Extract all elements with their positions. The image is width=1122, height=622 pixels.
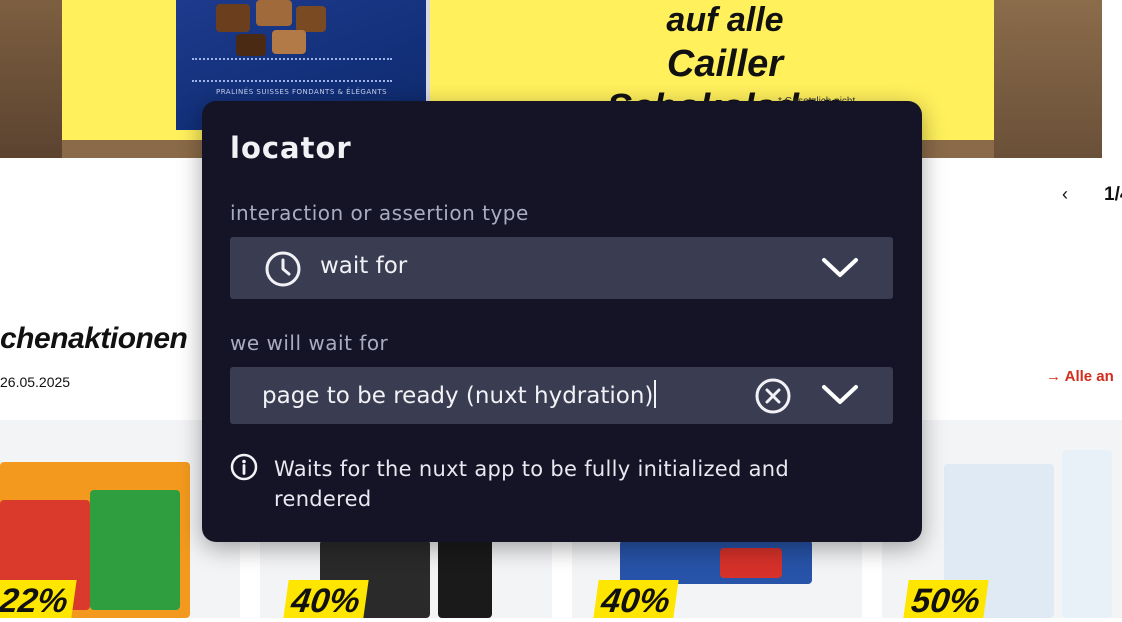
wait-target-combobox[interactable]: page to be ready (nuxt hydration): [230, 367, 893, 424]
carousel-page-count: 1/4: [1104, 184, 1122, 205]
chocolate-box-text: PRALINÉS SUISSES FONDANTS & ÉLÉGANTS: [216, 88, 388, 96]
wait-target-input[interactable]: page to be ready (nuxt hydration): [262, 380, 657, 409]
section-date: 26.05.2025: [0, 374, 71, 390]
section-title: chenaktionen: [0, 322, 188, 355]
popup-title: locator: [230, 131, 352, 165]
interaction-type-label: interaction or assertion type: [230, 201, 529, 225]
banner-illustration-right: [994, 0, 1102, 158]
info-description: Waits for the nuxt app to be fully initi…: [274, 457, 790, 511]
clear-icon[interactable]: [754, 377, 792, 415]
all-offers-link[interactable]: → Alle an: [1046, 368, 1114, 385]
chevron-down-icon[interactable]: [821, 256, 859, 280]
discount-badge: 40%: [283, 580, 369, 620]
chevron-left-icon[interactable]: ‹: [1062, 184, 1068, 205]
wait-target-label: we will wait for: [230, 331, 389, 355]
interaction-type-select[interactable]: wait for: [230, 237, 893, 299]
locator-popup: locator interaction or assertion type wa…: [202, 101, 922, 542]
clock-icon: [265, 251, 301, 287]
interaction-type-value: wait for: [320, 253, 408, 279]
banner-illustration-left: [0, 0, 62, 158]
discount-badge: 40%: [593, 580, 679, 620]
chevron-down-icon[interactable]: [821, 383, 859, 407]
discount-badge: 22%: [0, 580, 77, 620]
banner-headline-line1: auf alle: [666, 1, 784, 39]
discount-badge: 50%: [903, 580, 989, 620]
wait-target-value: page to be ready (nuxt hydration): [262, 383, 654, 409]
info-icon: [230, 453, 258, 481]
text-caret: [654, 380, 657, 408]
